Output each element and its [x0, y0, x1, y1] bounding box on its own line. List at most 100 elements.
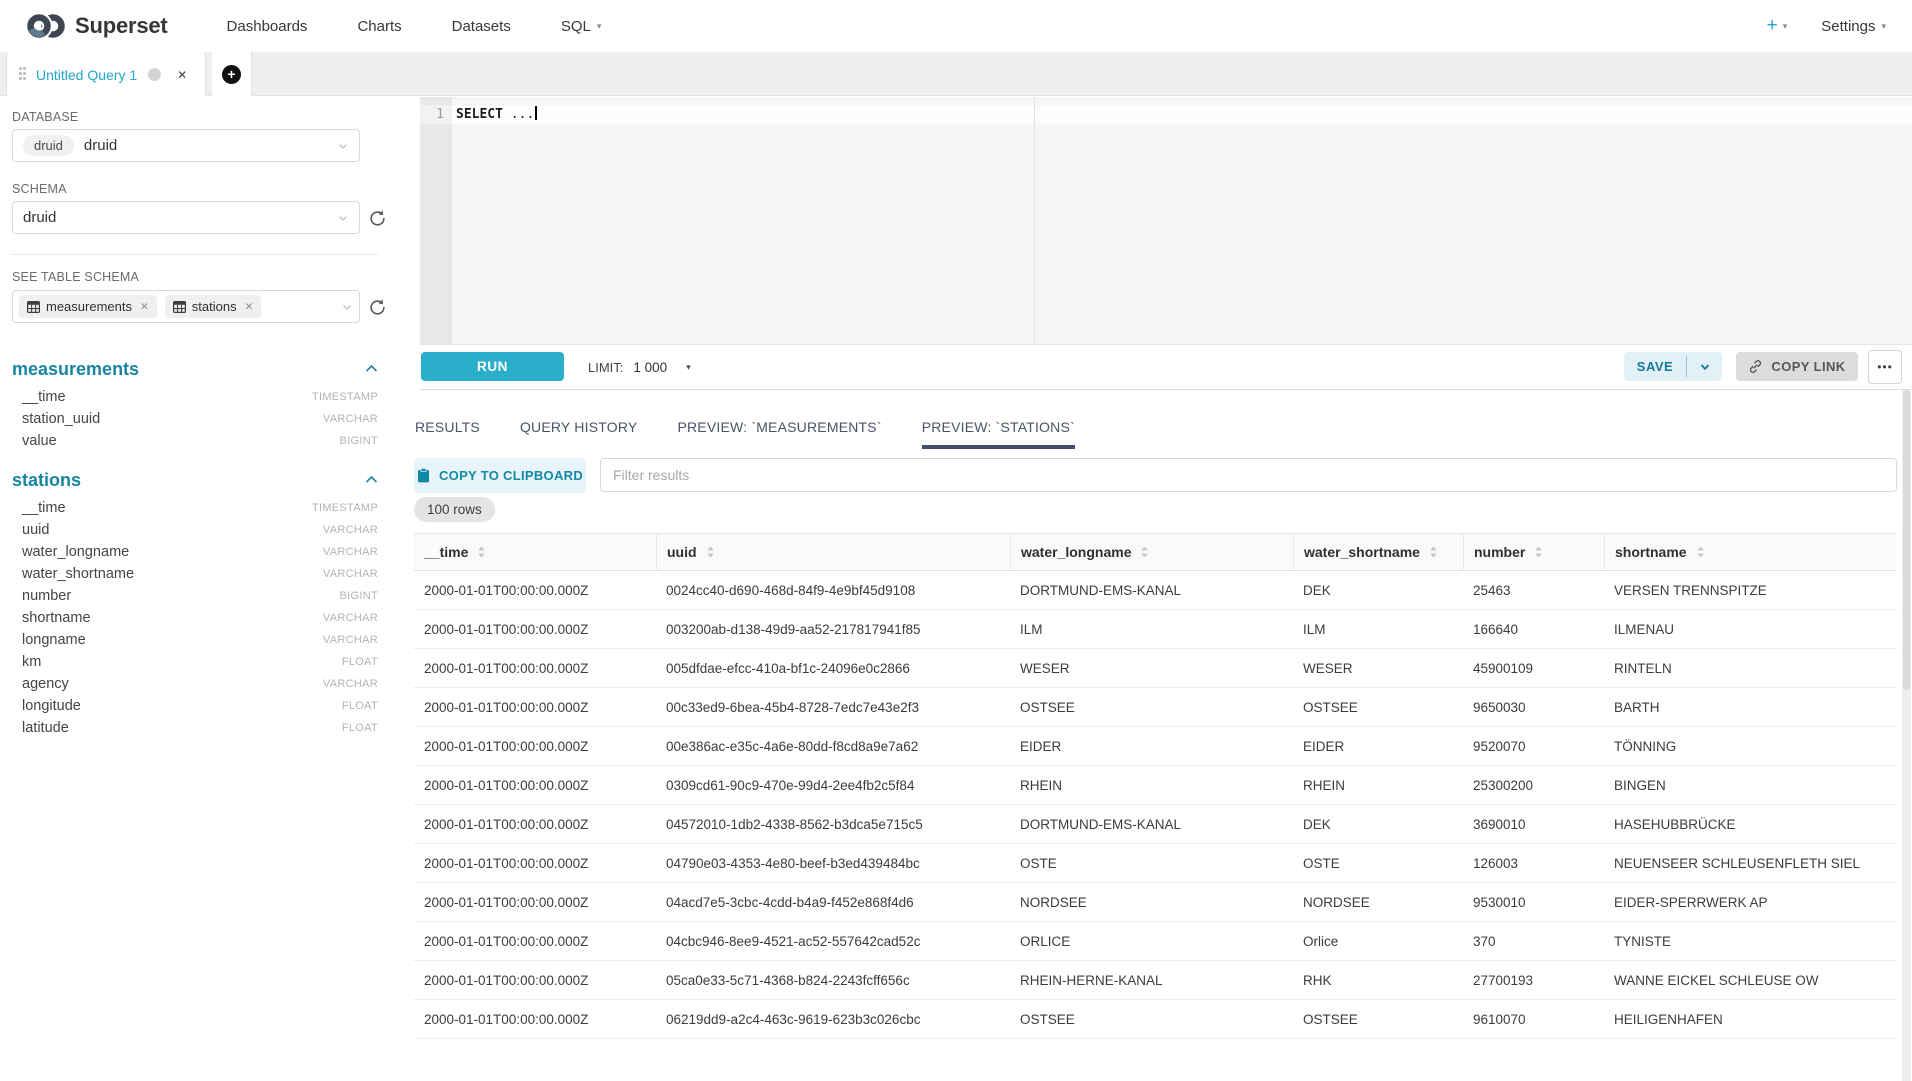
column-name: __time [22, 389, 66, 405]
table-cell: 2000-01-01T00:00:00.000Z [414, 922, 656, 960]
add-tab-button[interactable]: + [212, 52, 252, 97]
nav-item-label: Datasets [452, 18, 511, 35]
table-chip-measurements[interactable]: measurements✕ [19, 295, 157, 318]
column-header-water_longname[interactable]: water_longname [1010, 534, 1293, 570]
close-tab-icon[interactable]: ✕ [177, 68, 187, 82]
column-name: longitude [22, 698, 81, 714]
table-row: 2000-01-01T00:00:00.000Z04790e03-4353-4e… [414, 844, 1897, 883]
remove-chip-icon[interactable]: ✕ [140, 301, 149, 313]
column-type: TIMESTAMP [312, 502, 378, 514]
column-type: FLOAT [342, 722, 378, 734]
copy-to-clipboard-button[interactable]: COPY TO CLIPBOARD [414, 458, 586, 493]
column-type: BIGINT [340, 590, 378, 602]
refresh-tables-icon[interactable] [366, 296, 388, 318]
table-row: 2000-01-01T00:00:00.000Z04cbc946-8ee9-45… [414, 922, 1897, 961]
collapse-icon[interactable] [365, 364, 378, 373]
table-cell: 2000-01-01T00:00:00.000Z [414, 649, 656, 687]
database-select[interactable]: druid druid [12, 129, 360, 162]
limit-value: 1 000 [633, 360, 667, 375]
tab-preview-stations[interactable]: PREVIEW: `STATIONS` [922, 390, 1075, 449]
schema-section-measurements: measurements__timeTIMESTAMPstation_uuidV… [12, 356, 378, 452]
collapse-icon[interactable] [365, 475, 378, 484]
table-cell: EIDER [1010, 727, 1293, 765]
results-table-body: 2000-01-01T00:00:00.000Z0024cc40-d690-46… [414, 571, 1897, 1039]
table-chip-stations[interactable]: stations ✕ [165, 295, 262, 318]
table-cell: 04572010-1db2-4338-8562-b3dca5e715c5 [656, 805, 1010, 843]
schema-table-name: measurements [12, 359, 139, 380]
column-header-shortname[interactable]: shortname [1604, 534, 1897, 570]
run-button[interactable]: RUN [421, 352, 564, 381]
drag-handle-icon[interactable] [19, 67, 27, 82]
remove-chip-icon[interactable]: ✕ [245, 301, 254, 313]
scrollbar-thumb[interactable] [1903, 390, 1910, 690]
table-cell: Orlice [1293, 922, 1463, 960]
table-cell: 2000-01-01T00:00:00.000Z [414, 883, 656, 921]
table-cell: 2000-01-01T00:00:00.000Z [414, 961, 656, 999]
table-cell: 2000-01-01T00:00:00.000Z [414, 688, 656, 726]
table-chip-label: stations [192, 299, 237, 314]
nav-item-charts[interactable]: Charts [332, 18, 426, 35]
table-select[interactable]: measurements✕ stations ✕ [12, 290, 360, 323]
table-icon [27, 301, 40, 313]
vertical-scrollbar[interactable] [1902, 390, 1911, 1081]
column-header-uuid[interactable]: uuid [656, 534, 1010, 570]
column-header-water_shortname[interactable]: water_shortname [1293, 534, 1463, 570]
tab-results[interactable]: RESULTS [415, 390, 480, 449]
schema-section-header[interactable]: measurements [12, 356, 378, 382]
column-name: longname [22, 632, 86, 648]
tab-query-history[interactable]: QUERY HISTORY [520, 390, 638, 449]
column-name: station_uuid [22, 411, 100, 427]
table-cell: DEK [1293, 571, 1463, 609]
column-header-__time[interactable]: __time [414, 534, 656, 570]
navbar-right: + ▾ Settings ▾ [1767, 18, 1886, 35]
table-cell: 04cbc946-8ee9-4521-ac52-557642cad52c [656, 922, 1010, 960]
table-cell: 370 [1463, 922, 1604, 960]
limit-dropdown[interactable]: LIMIT: 1 000 ▾ [588, 345, 691, 390]
refresh-schema-icon[interactable] [366, 207, 388, 229]
copy-link-button[interactable]: COPY LINK [1736, 352, 1858, 381]
schema-section-header[interactable]: stations [12, 467, 378, 493]
table-cell: 9610070 [1463, 1000, 1604, 1038]
table-row: 2000-01-01T00:00:00.000Z06219dd9-a2c4-46… [414, 1000, 1897, 1039]
schema-column-row: numberBIGINT [12, 585, 378, 607]
column-header-label: number [1474, 544, 1525, 560]
table-row: 2000-01-01T00:00:00.000Z05ca0e33-5c71-43… [414, 961, 1897, 1000]
table-cell: 05ca0e33-5c71-4368-b824-2243fcff656c [656, 961, 1010, 999]
brand-name: Superset [75, 13, 168, 39]
table-cell: 2000-01-01T00:00:00.000Z [414, 844, 656, 882]
nav-item-datasets[interactable]: Datasets [427, 18, 536, 35]
schema-column-row: longitudeFLOAT [12, 695, 378, 717]
column-header-number[interactable]: number [1463, 534, 1604, 570]
table-cell: DORTMUND-EMS-KANAL [1010, 571, 1293, 609]
table-cell: 9530010 [1463, 883, 1604, 921]
column-type: VARCHAR [323, 612, 378, 624]
clipboard-icon [417, 468, 430, 483]
sql-code-line[interactable]: SELECT ... [456, 105, 537, 124]
database-value: druid [84, 137, 117, 154]
tab-untitled-query[interactable]: Untitled Query 1 ✕ [6, 52, 206, 97]
superset-logo[interactable]: Superset [26, 13, 168, 39]
editor-print-margin [1034, 97, 1035, 344]
table-icon [173, 301, 186, 313]
more-options-button[interactable]: ••• [1868, 350, 1902, 384]
nav-item-dashboards[interactable]: Dashboards [202, 18, 333, 35]
limit-label: LIMIT: [588, 360, 623, 375]
schema-column-row: __timeTIMESTAMP [12, 497, 378, 519]
table-cell: BINGEN [1604, 766, 1897, 804]
table-row: 2000-01-01T00:00:00.000Z00e386ac-e35c-4a… [414, 727, 1897, 766]
table-row: 2000-01-01T00:00:00.000Z005dfdae-efcc-41… [414, 649, 1897, 688]
table-row: 2000-01-01T00:00:00.000Z04acd7e5-3cbc-4c… [414, 883, 1897, 922]
sidebar-divider [12, 254, 378, 255]
sql-editor[interactable]: 1 SELECT ... [420, 97, 1912, 345]
table-cell: 2000-01-01T00:00:00.000Z [414, 766, 656, 804]
save-options-button[interactable] [1687, 352, 1722, 381]
filter-results-input[interactable] [600, 458, 1897, 492]
settings-menu-button[interactable]: Settings ▾ [1821, 18, 1886, 35]
nav-item-sql[interactable]: SQL▾ [536, 18, 627, 35]
table-cell: 3690010 [1463, 805, 1604, 843]
tab-preview-measurements[interactable]: PREVIEW: `MEASUREMENTS` [677, 390, 881, 449]
save-button[interactable]: SAVE [1624, 352, 1686, 381]
table-cell: RHEIN [1010, 766, 1293, 804]
new-item-menu-button[interactable]: + ▾ [1767, 18, 1788, 34]
schema-select[interactable]: druid [12, 201, 360, 234]
